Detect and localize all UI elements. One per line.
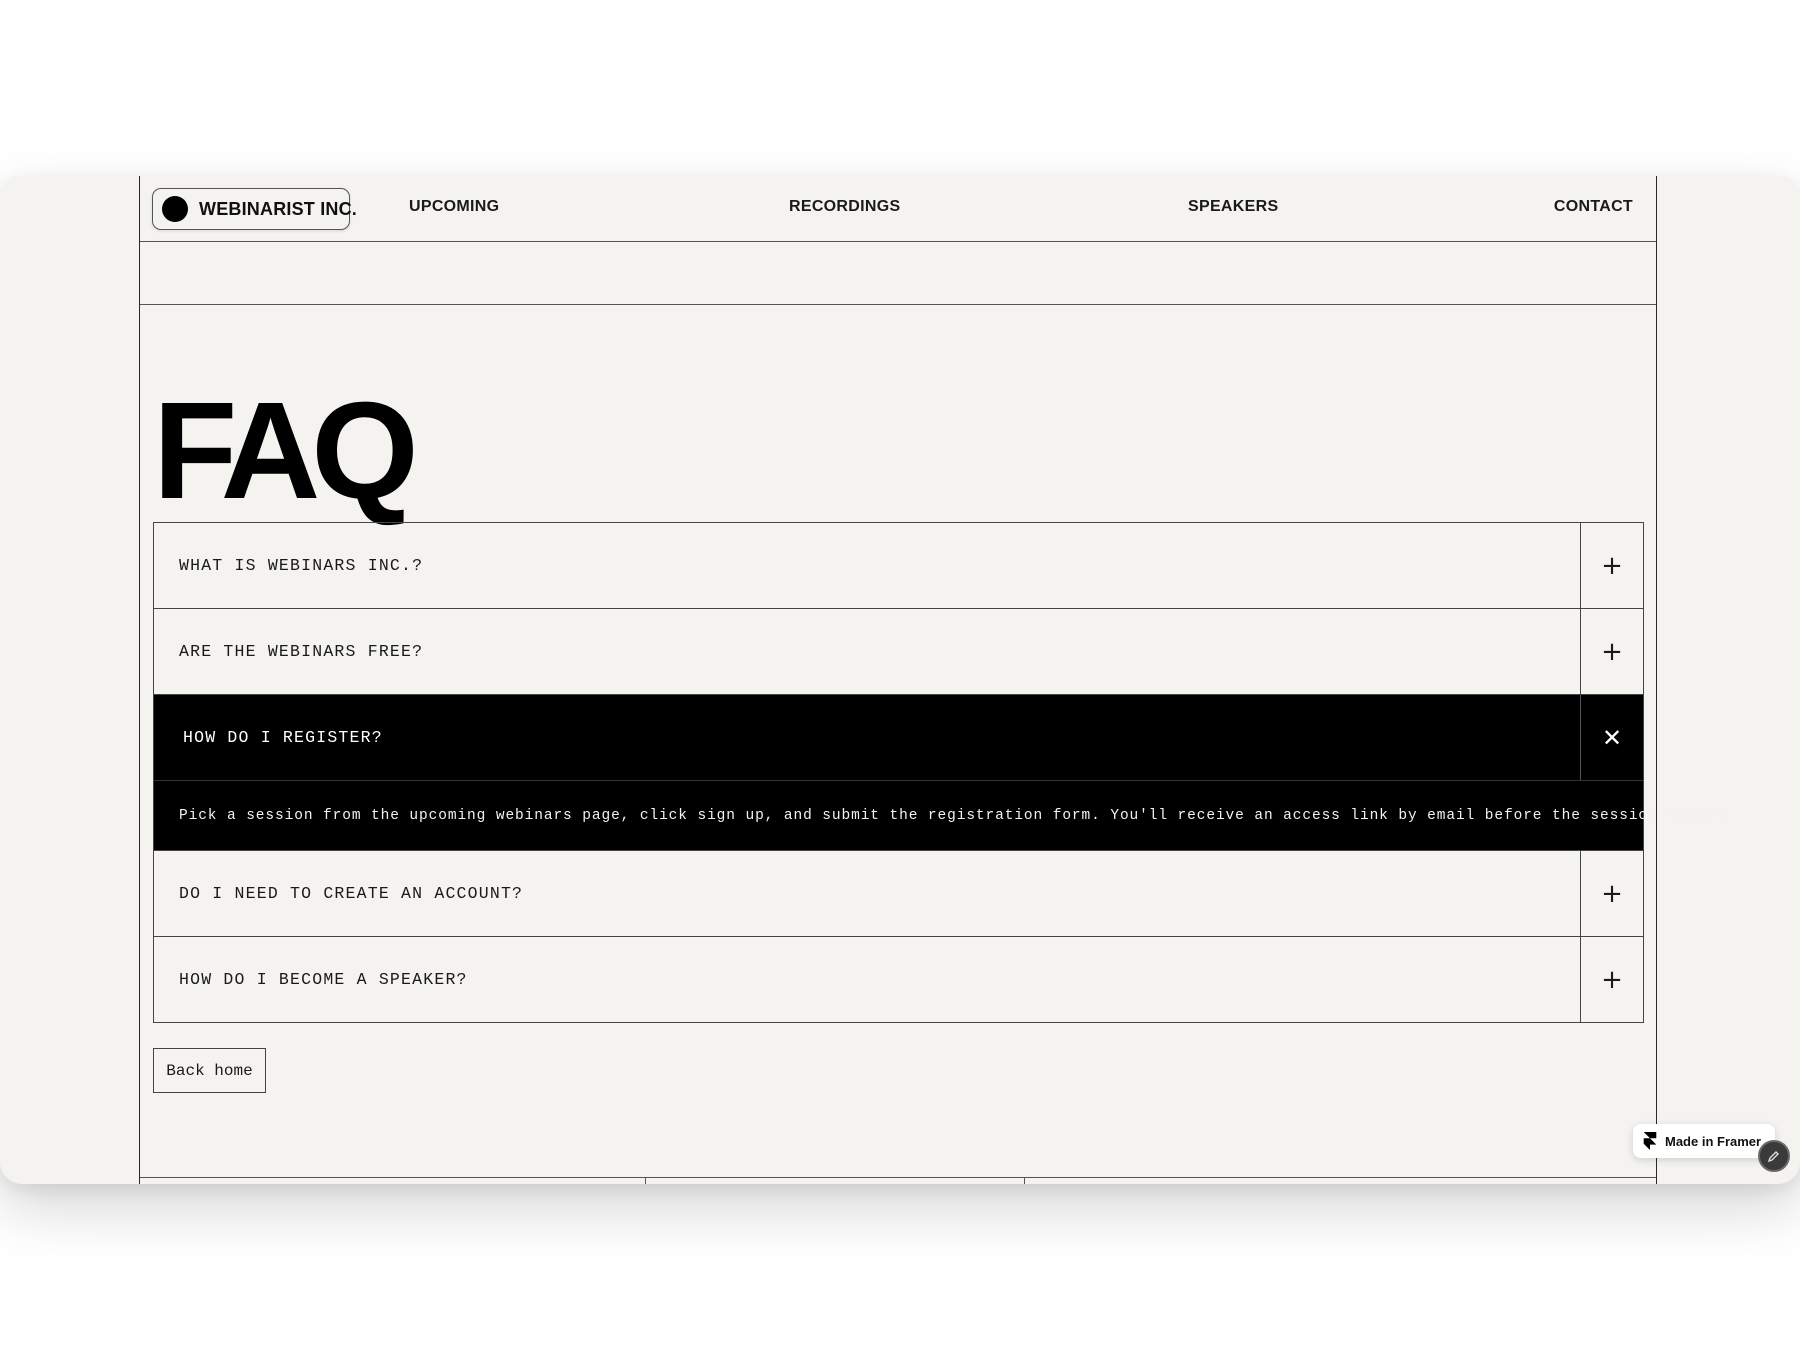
plus-icon[interactable]: +: [1580, 523, 1643, 608]
pencil-icon: [1767, 1151, 1779, 1163]
footer-divider-tick: [1024, 1177, 1025, 1184]
plus-icon[interactable]: +: [1580, 851, 1643, 936]
faq-question: HOW DO I REGISTER?: [183, 728, 383, 747]
nav-subbar: [140, 242, 1656, 305]
nav-link-contact[interactable]: CONTACT: [1554, 198, 1633, 216]
nav-link-upcoming[interactable]: UPCOMING: [409, 198, 499, 216]
faq-question: WHAT IS WEBINARS INC.?: [179, 556, 424, 575]
browser-window: WEBINARIST INC. UPCOMING RECORDINGS SPEA…: [0, 176, 1800, 1184]
faq-item-account[interactable]: DO I NEED TO CREATE AN ACCOUNT? +: [154, 851, 1643, 937]
faq-accordion: WHAT IS WEBINARS INC.? + ARE THE WEBINAR…: [153, 522, 1734, 1023]
logo-button[interactable]: WEBINARIST INC.: [152, 188, 357, 230]
logo-dot-icon: [162, 196, 188, 222]
close-icon[interactable]: ✕: [1580, 695, 1643, 780]
top-nav: WEBINARIST INC. UPCOMING RECORDINGS SPEA…: [140, 176, 1656, 242]
faq-item-free[interactable]: ARE THE WEBINARS FREE? +: [154, 609, 1643, 695]
framer-badge-label: Made in Framer: [1665, 1133, 1762, 1149]
nav-link-speakers[interactable]: SPEAKERS: [1188, 198, 1278, 216]
made-in-framer-badge[interactable]: Made in Framer: [1633, 1124, 1775, 1158]
plus-icon[interactable]: +: [1580, 937, 1643, 1022]
faq-answer: Pick a session from the upcoming webinar…: [154, 781, 1734, 851]
edit-icon[interactable]: [1758, 1140, 1790, 1172]
back-home-button[interactable]: Back home: [153, 1048, 266, 1093]
faq-question: ARE THE WEBINARS FREE?: [179, 642, 424, 661]
framer-logo-icon: [1643, 1132, 1657, 1150]
faq-item-what-is[interactable]: WHAT IS WEBINARS INC.? +: [154, 523, 1643, 609]
footer-divider: [140, 1177, 1656, 1178]
faq-item-speaker[interactable]: HOW DO I BECOME A SPEAKER? +: [154, 937, 1643, 1023]
logo-text: WEBINARIST INC.: [199, 198, 357, 219]
faq-question: HOW DO I BECOME A SPEAKER?: [179, 970, 468, 989]
page-title: FAQ: [153, 374, 419, 528]
footer-divider-tick: [645, 1177, 646, 1184]
faq-item-register[interactable]: HOW DO I REGISTER? ✕: [154, 695, 1643, 781]
nav-link-recordings[interactable]: RECORDINGS: [789, 198, 900, 216]
plus-icon[interactable]: +: [1580, 609, 1643, 694]
page-frame: WEBINARIST INC. UPCOMING RECORDINGS SPEA…: [139, 176, 1734, 1184]
faq-question: DO I NEED TO CREATE AN ACCOUNT?: [179, 884, 524, 903]
